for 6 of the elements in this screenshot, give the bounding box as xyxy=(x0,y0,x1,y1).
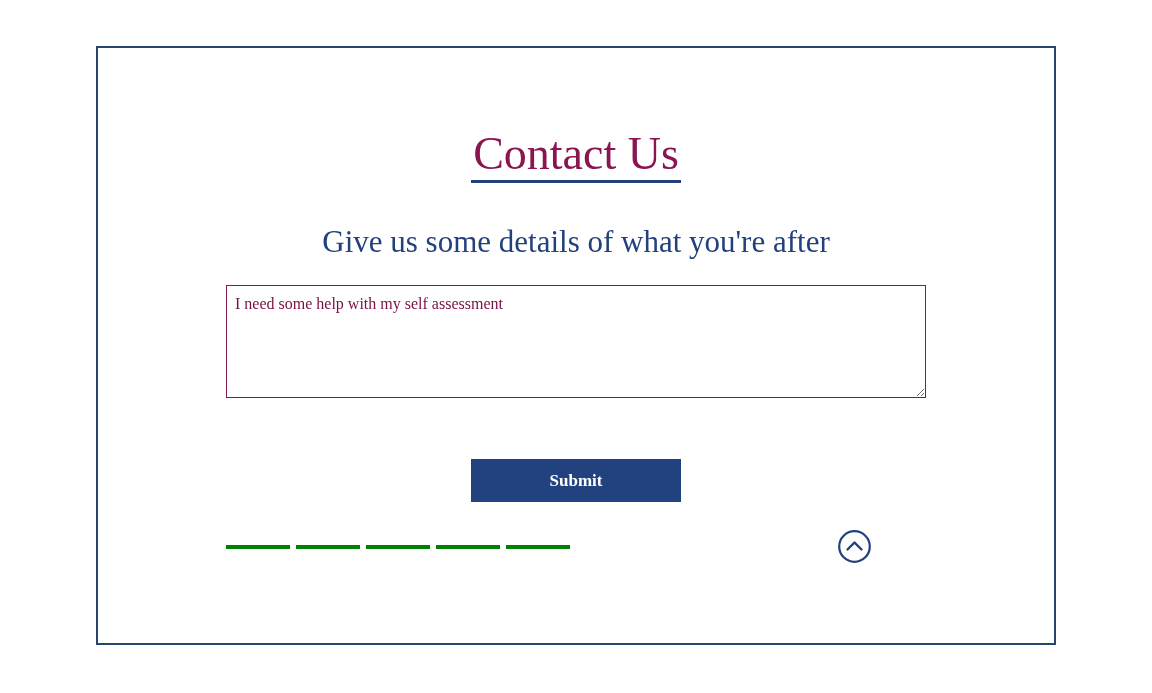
submit-button[interactable]: Submit xyxy=(471,459,681,502)
message-text-area[interactable]: I need some help with my self assessment xyxy=(226,285,926,398)
scroll-up-icon[interactable] xyxy=(838,530,871,563)
page-title: Contact Us xyxy=(471,128,681,183)
resize-grip-icon[interactable] xyxy=(916,388,924,396)
page-subtitle: Give us some details of what you're after xyxy=(322,224,830,260)
